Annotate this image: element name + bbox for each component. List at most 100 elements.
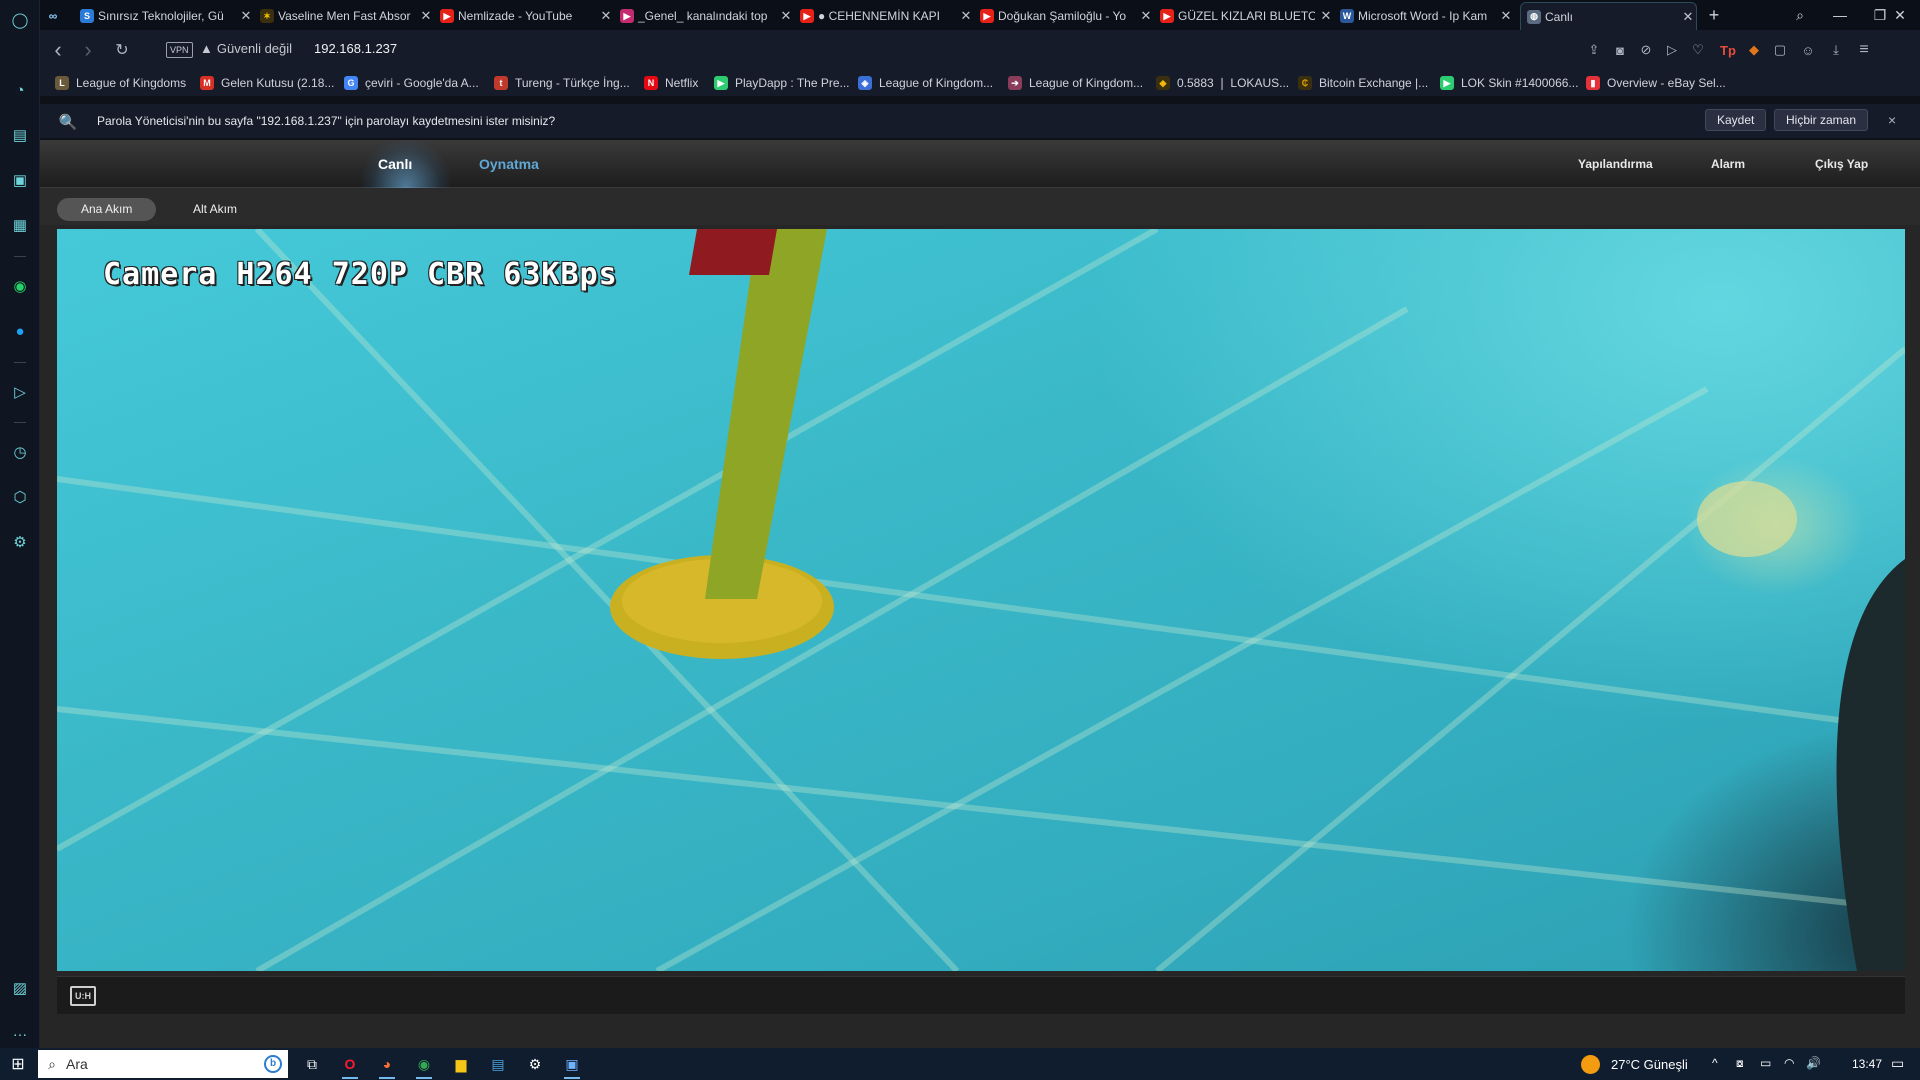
search-tabs-icon[interactable]: ⌕	[1780, 0, 1820, 30]
tray-overflow-icon[interactable]: ^	[1712, 1056, 1718, 1070]
tab[interactable]: W Microsoft Word - Ip Kam ✕	[1334, 2, 1514, 30]
battery-icon[interactable]: ▭	[1760, 1056, 1771, 1070]
bookmark[interactable]: ▶ LOK Skin #1400066...	[1440, 74, 1578, 92]
opera-icon[interactable]: O	[336, 1052, 364, 1079]
wifi-icon[interactable]: ◠	[1784, 1056, 1794, 1070]
nav-configuration[interactable]: Yapılandırma	[1578, 157, 1653, 171]
bookmark[interactable]: ➔ League of Kingdom...	[1008, 74, 1143, 92]
start-button[interactable]: ⊞	[0, 1048, 36, 1080]
bookmark-label: çeviri - Google'da A...	[365, 76, 479, 90]
opera-logo-icon[interactable]: ◯	[9, 9, 31, 31]
tab[interactable]: ▶ _Genel_ kanalındaki top ✕	[614, 2, 794, 30]
network-app-icon[interactable]: ▣	[558, 1052, 586, 1079]
firefox-icon[interactable]: ◕	[373, 1052, 401, 1079]
close-icon[interactable]: ×	[1888, 112, 1896, 128]
sub-stream-button[interactable]: Alt Akım	[169, 198, 261, 221]
tab-close-icon[interactable]: ✕	[1318, 8, 1334, 24]
volume-icon[interactable]: 🔊	[1806, 1056, 1821, 1070]
app-navigation: Canlı Oynatma Yapılandırma Alarm Çıkış Y…	[40, 140, 1920, 188]
bookmark[interactable]: ◆ 0.5883 ❘ LOKAUS...	[1156, 74, 1289, 92]
tab[interactable]: ▶ GÜZEL KIZLARI BLUETO ✕	[1154, 2, 1334, 30]
nav-logout[interactable]: Çıkış Yap	[1815, 157, 1868, 171]
extensions-icon[interactable]: ⬡	[9, 486, 31, 508]
weather-text[interactable]: 27°C Güneşli	[1611, 1057, 1688, 1072]
share-icon[interactable]: ⇪	[1584, 40, 1604, 60]
tab-live[interactable]: Canlı	[378, 156, 412, 172]
task-view-icon[interactable]: ⧉	[298, 1052, 326, 1076]
weather-icon[interactable]	[1581, 1055, 1600, 1074]
download-icon[interactable]: ⤓	[1826, 40, 1846, 60]
shopping-icon[interactable]: ▤	[9, 124, 31, 146]
tab-close-icon[interactable]: ✕	[958, 8, 974, 24]
never-save-button[interactable]: Hiçbir zaman	[1774, 109, 1869, 131]
bookmark[interactable]: ▮ Overview - eBay Sel...	[1586, 74, 1726, 92]
more-icon[interactable]: …	[9, 1020, 31, 1042]
tab-close-icon[interactable]: ✕	[598, 8, 614, 24]
back-button[interactable]: ‹	[46, 37, 70, 62]
file-explorer-icon[interactable]: ▆	[447, 1052, 475, 1076]
bookmark[interactable]: M Gelen Kutusu (2.18...	[200, 74, 334, 92]
bookmark[interactable]: ◈ League of Kingdom...	[858, 74, 993, 92]
tab[interactable]: S Sınırsız Teknolojiler, Gü ✕	[74, 2, 254, 30]
close-window-button[interactable]: ✕	[1880, 0, 1920, 30]
vpn-badge[interactable]: VPN	[166, 42, 193, 58]
image-gallery-icon[interactable]: ▨	[9, 977, 31, 999]
chrome-icon[interactable]: ◉	[410, 1052, 438, 1079]
twitch-icon[interactable]: ▣	[9, 169, 31, 191]
tray-app-icon[interactable]: ⧇	[1736, 1056, 1744, 1071]
store-icon[interactable]: ▤	[484, 1052, 512, 1076]
new-tab-button[interactable]: +	[1694, 0, 1734, 30]
fullscreen-icon[interactable]: U:H	[70, 986, 96, 1006]
tab-active[interactable]: ◍ Canlı ✕	[1520, 2, 1697, 30]
tab-close-icon[interactable]: ✕	[418, 8, 434, 24]
speed-dial-icon[interactable]: ◔	[9, 79, 31, 101]
minimize-button[interactable]: —	[1820, 0, 1860, 30]
bing-icon[interactable]: b	[264, 1055, 282, 1073]
notification-icon[interactable]: ▭	[1891, 1055, 1904, 1072]
tp-extension-icon[interactable]: Tp	[1718, 40, 1738, 60]
bookmark[interactable]: N Netflix	[644, 74, 698, 92]
camera-icon[interactable]: ◙	[1610, 40, 1630, 60]
send-icon[interactable]: ▷	[1662, 40, 1682, 60]
tab-playback[interactable]: Oynatma	[479, 156, 539, 172]
bookmark[interactable]: t Tureng - Türkçe İng...	[494, 74, 630, 92]
bookmark[interactable]: ₵ Bitcoin Exchange |...	[1298, 74, 1428, 92]
player-icon[interactable]: ▷	[9, 381, 31, 403]
tab-title: Nemlizade - YouTube	[458, 9, 573, 23]
tab-close-icon[interactable]: ✕	[238, 8, 254, 24]
settings-icon[interactable]: ⚙	[9, 531, 31, 553]
taskbar-search[interactable]: ⌕ Ara b	[38, 1050, 288, 1078]
bookmark[interactable]: ▶ PlayDapp : The Pre...	[714, 74, 850, 92]
account-icon[interactable]: ☺	[1798, 40, 1818, 60]
camera-web-app: Canlı Oynatma Yapılandırma Alarm Çıkış Y…	[40, 140, 1920, 1048]
menu-icon[interactable]: ≡	[1854, 40, 1874, 60]
history-icon[interactable]: ◷	[9, 441, 31, 463]
security-indicator[interactable]: ▲ Güvenli değil	[200, 41, 292, 56]
tab-close-icon[interactable]: ✕	[778, 8, 794, 24]
live-video-feed[interactable]: Camera H264 720P CBR 63KBps	[57, 229, 1905, 971]
metamask-icon[interactable]: ◆	[1744, 40, 1764, 60]
settings-icon[interactable]: ⚙	[521, 1052, 549, 1076]
tab-islands-icon[interactable]: ▦	[9, 214, 31, 236]
adblock-icon[interactable]: ⊘	[1636, 40, 1656, 60]
nav-alarm[interactable]: Alarm	[1711, 157, 1745, 171]
bookmark[interactable]: Gçeviri - Google'da A...	[344, 74, 479, 92]
tab[interactable]: ✶ Vaseline Men Fast Absor ✕	[254, 2, 434, 30]
tab-menu[interactable]: ∞	[40, 2, 74, 30]
reload-button[interactable]: ↻	[110, 38, 134, 62]
forward-button[interactable]: ›	[76, 37, 100, 62]
whatsapp-icon[interactable]: ◉	[9, 275, 31, 297]
heart-icon[interactable]: ♡	[1688, 40, 1708, 60]
save-password-button[interactable]: Kaydet	[1705, 109, 1767, 131]
tab-close-icon[interactable]: ✕	[1498, 8, 1514, 24]
box-icon[interactable]: ▢	[1770, 40, 1790, 60]
clock[interactable]: 13:47	[1852, 1057, 1882, 1071]
bookmark[interactable]: L League of Kingdoms	[55, 74, 186, 92]
tab-close-icon[interactable]: ✕	[1138, 8, 1154, 24]
main-stream-button[interactable]: Ana Akım	[57, 198, 157, 221]
tab[interactable]: ▶ Nemlizade - YouTube ✕	[434, 2, 614, 30]
url-field[interactable]: 192.168.1.237	[314, 41, 397, 56]
twitter-icon[interactable]: ●	[9, 320, 31, 342]
tab[interactable]: ▶ ● CEHENNEMİN KAPI ✕	[794, 2, 974, 30]
tab[interactable]: ▶ Doğukan Şamiloğlu - Yo ✕	[974, 2, 1154, 30]
